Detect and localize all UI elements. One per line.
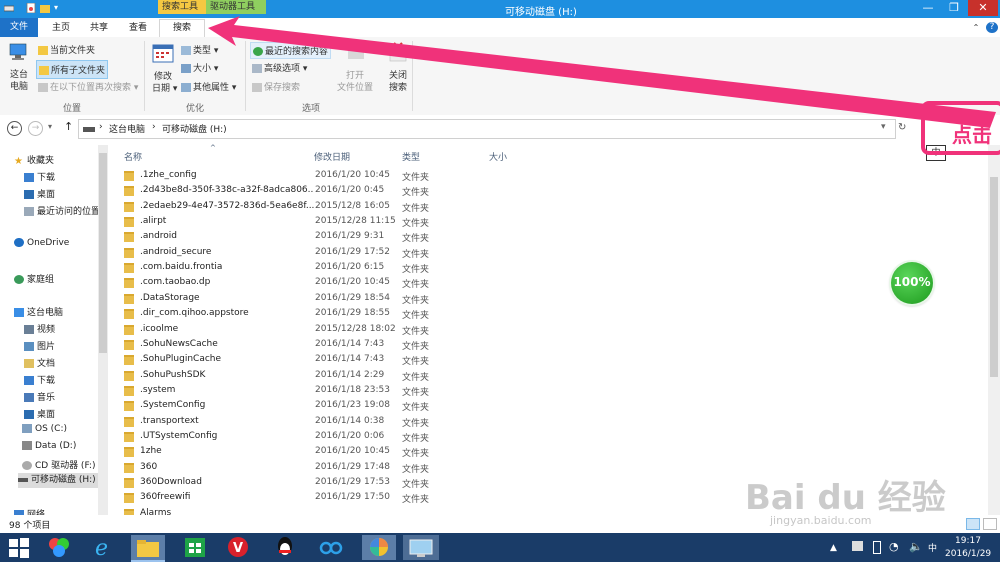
watermark-logo: Bai du 经验 <box>745 478 946 518</box>
watermark-url: jingyan.baidu.com <box>770 514 872 527</box>
